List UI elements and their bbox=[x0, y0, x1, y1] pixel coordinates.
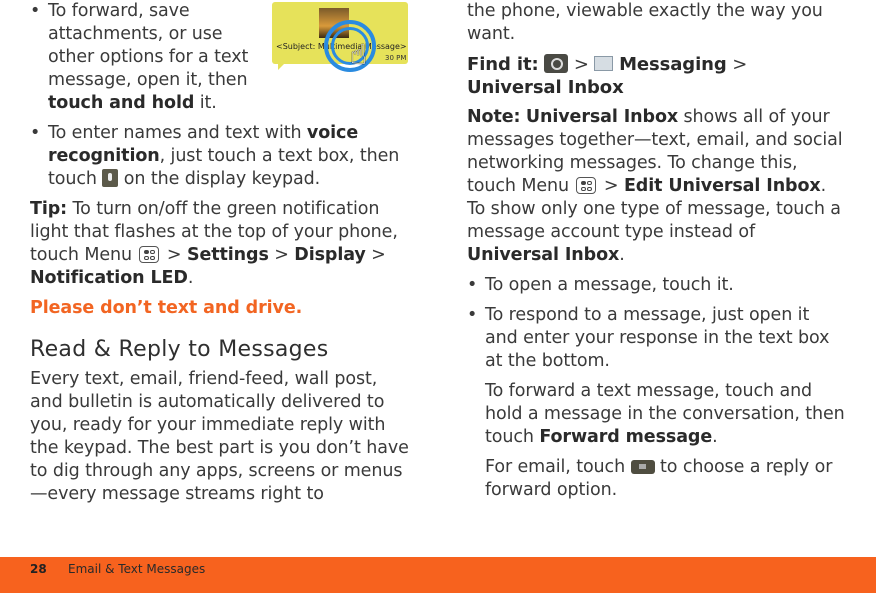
bold-text: touch and hold bbox=[48, 93, 195, 113]
text: For email, touch bbox=[485, 457, 631, 477]
microphone-icon bbox=[102, 169, 119, 187]
text: it. bbox=[194, 93, 217, 113]
respond-bullet: To respond to a message, just open it an… bbox=[467, 304, 847, 373]
tip-label: Tip: bbox=[30, 199, 68, 219]
separator: > bbox=[161, 245, 187, 265]
find-it-label: Find it: bbox=[467, 54, 539, 75]
section-heading: Read & Reply to Messages bbox=[30, 337, 329, 362]
menu-path-display: Display bbox=[294, 245, 366, 265]
separator: > bbox=[568, 54, 595, 75]
section-title: Email & Text Messages bbox=[68, 562, 206, 576]
reply-forward-icon bbox=[630, 460, 655, 474]
menu-path-settings: Settings bbox=[186, 245, 269, 265]
note-label: Note: bbox=[467, 107, 521, 127]
forward-paragraph: To forward a text message, touch and hol… bbox=[467, 380, 847, 449]
text: . bbox=[619, 245, 625, 265]
page-footer: 28 Email & Text Messages bbox=[0, 557, 876, 593]
launcher-icon bbox=[544, 54, 569, 73]
voice-bullet: To enter names and text with voice recog… bbox=[30, 122, 415, 191]
tip-paragraph: Tip: To turn on/off the green notificati… bbox=[30, 198, 415, 290]
menu-path-notification-led: Notification LED bbox=[30, 268, 188, 288]
text: . bbox=[712, 427, 718, 447]
note-paragraph: Note: Universal Inbox shows all of your … bbox=[467, 106, 847, 267]
warning-text: Please don’t text and drive. bbox=[30, 298, 303, 318]
menu-key-icon bbox=[576, 177, 597, 194]
page-number: 28 bbox=[30, 562, 47, 576]
text: . bbox=[187, 268, 194, 288]
intro-paragraph: Every text, email, friend-feed, wall pos… bbox=[30, 369, 409, 504]
messaging-envelope-icon bbox=[594, 56, 614, 71]
bold-text: Universal Inbox bbox=[467, 245, 620, 265]
text: on the display keypad. bbox=[118, 169, 321, 189]
bold-text: Universal Inbox bbox=[525, 107, 679, 127]
menu-path-edit-universal-inbox: Edit Universal Inbox bbox=[623, 176, 821, 196]
right-column: the phone, viewable exactly the way you … bbox=[467, 0, 847, 502]
menu-path-universal-inbox: Universal Inbox bbox=[467, 77, 624, 98]
menu-path-messaging: Messaging bbox=[619, 54, 727, 75]
separator: > bbox=[268, 245, 295, 265]
email-paragraph: For email, touch to choose a reply or fo… bbox=[467, 456, 847, 502]
find-it-line: Find it: > Messaging > Universal Inbox bbox=[467, 53, 847, 99]
menu-item-forward-message: Forward message bbox=[539, 427, 713, 447]
open-message-bullet: To open a message, touch it. bbox=[467, 274, 847, 297]
left-column: To forward, save attachments, or use oth… bbox=[30, 0, 415, 506]
forward-tip-bullet: To forward, save attachments, or use oth… bbox=[30, 0, 273, 115]
text: To forward, save attachments, or use oth… bbox=[48, 1, 249, 90]
continued-paragraph: the phone, viewable exactly the way you … bbox=[467, 1, 823, 44]
separator: > bbox=[598, 176, 624, 196]
separator: > bbox=[726, 54, 748, 75]
text: To enter names and text with bbox=[48, 123, 307, 143]
separator: > bbox=[365, 245, 386, 265]
menu-key-icon bbox=[139, 246, 160, 263]
